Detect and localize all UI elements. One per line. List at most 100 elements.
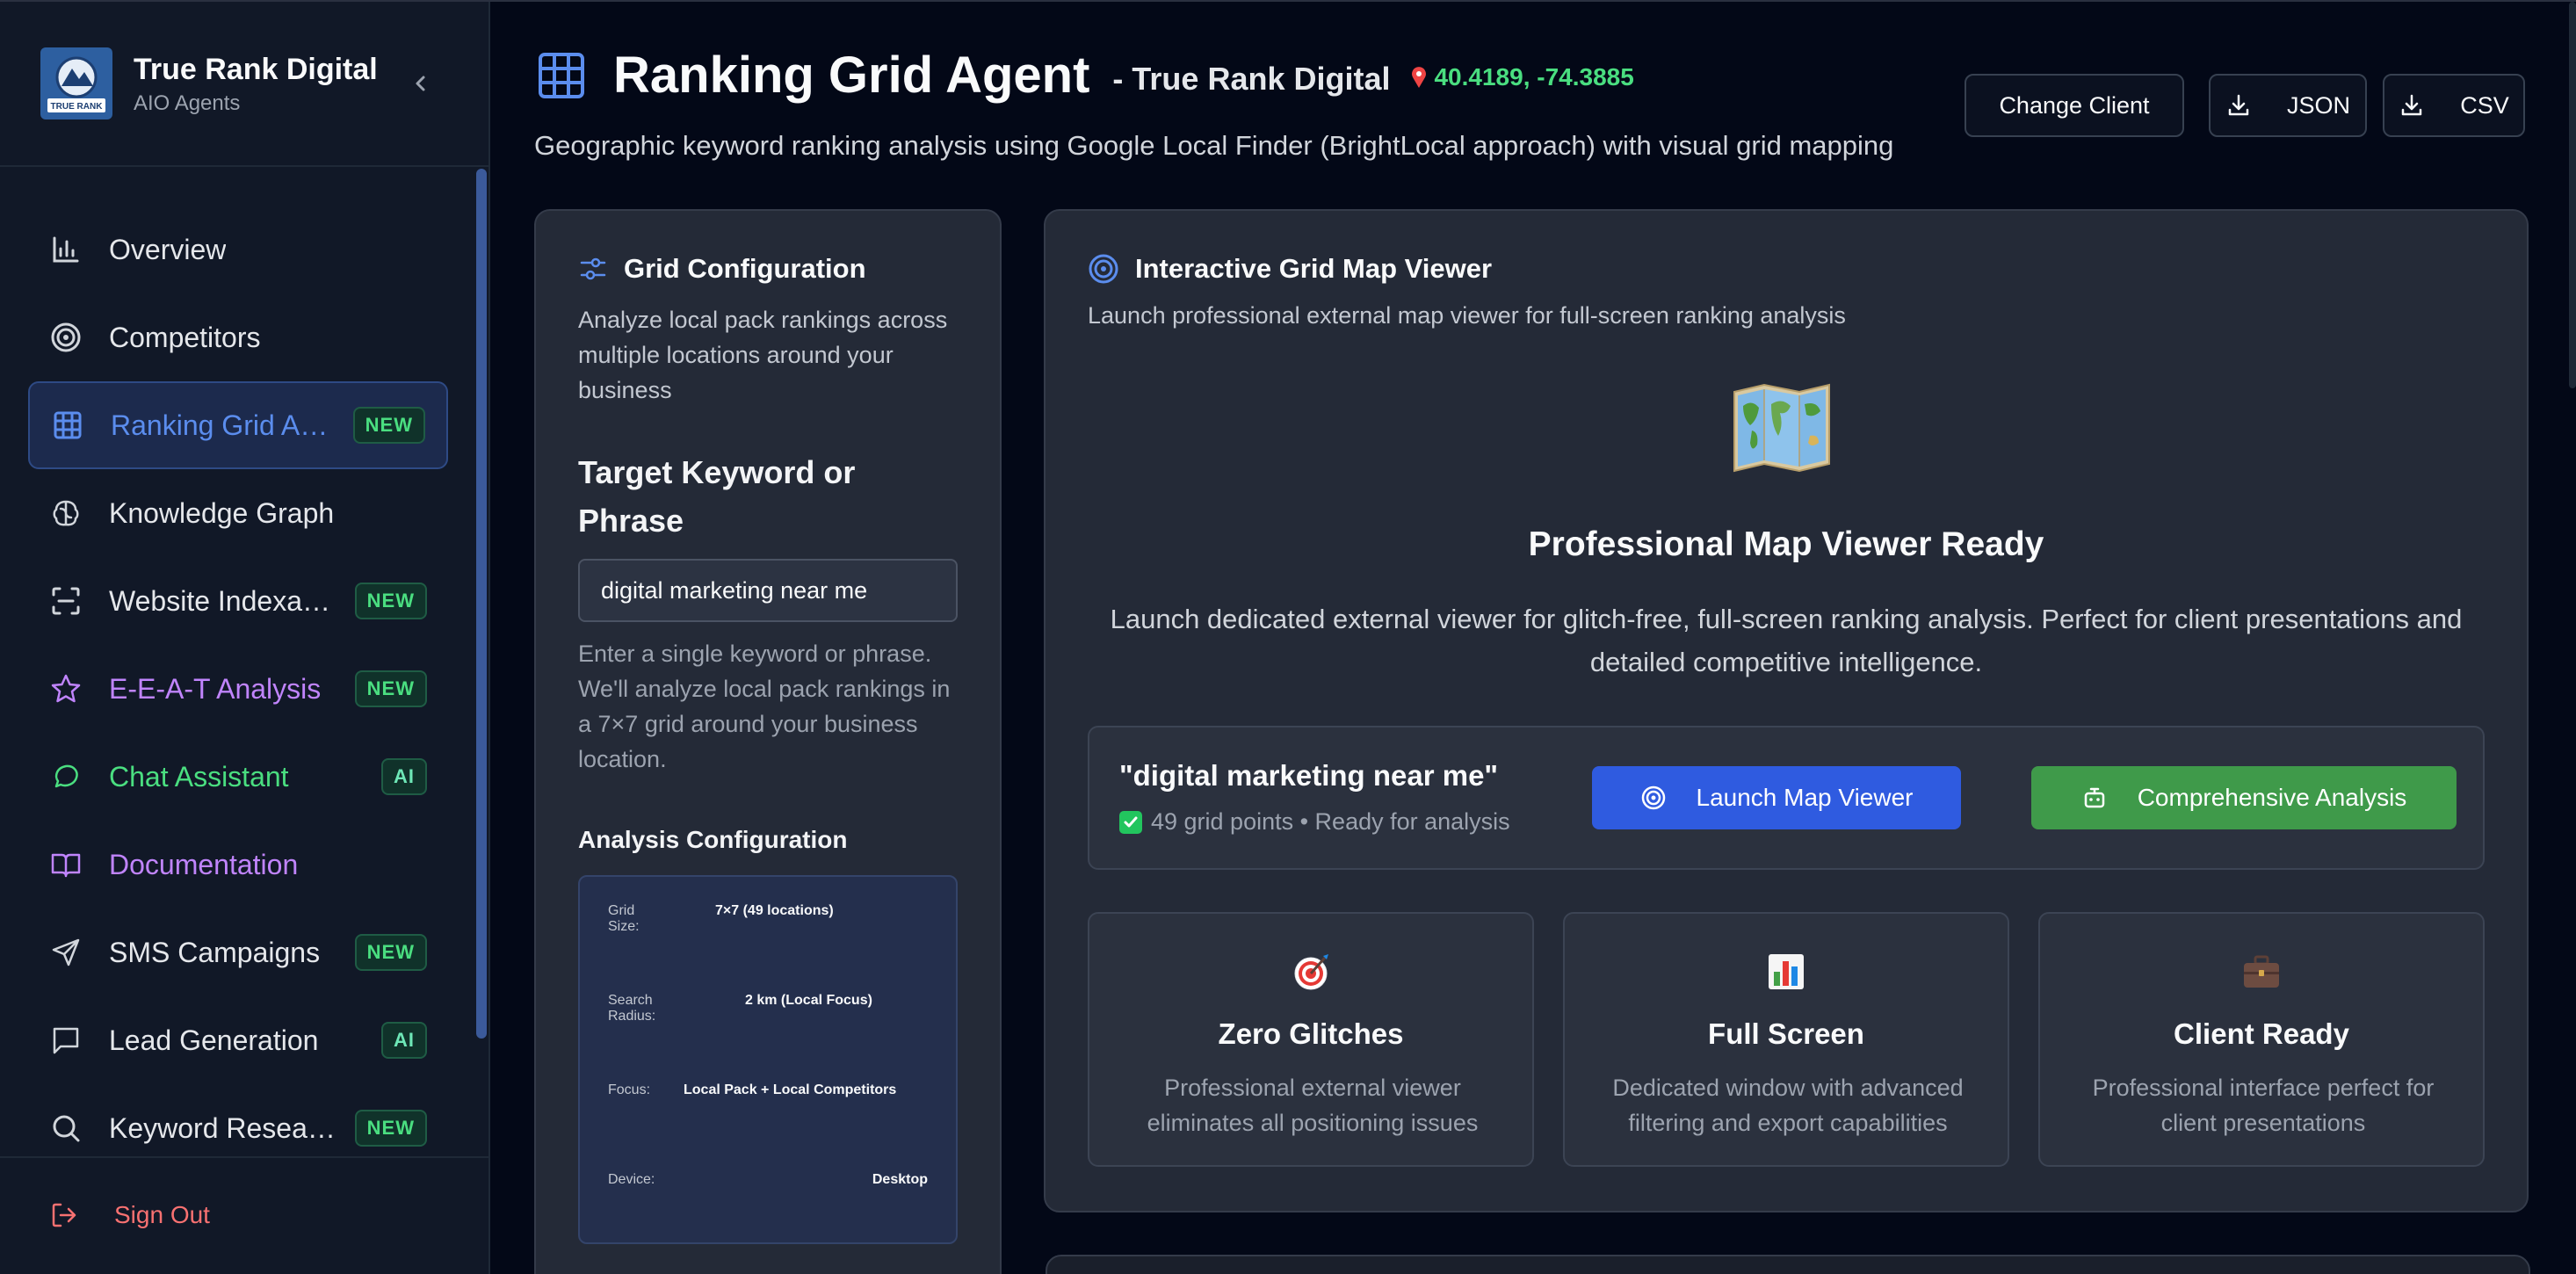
brand[interactable]: TRUE RANK True Rank Digital AIO Agents bbox=[40, 47, 378, 119]
sidebar-footer-divider bbox=[0, 1156, 490, 1158]
sidebar-item-overview[interactable]: Overview bbox=[28, 206, 448, 293]
feature-title: Full Screen bbox=[1708, 1017, 1864, 1050]
sidebar-item-eeat-analysis[interactable]: E-E-A-T Analysis NEW bbox=[28, 645, 448, 733]
json-label: JSON bbox=[2286, 91, 2350, 119]
sidebar-item-label: Competitors bbox=[109, 321, 261, 353]
map-viewer-description: Launch professional external map viewer … bbox=[1088, 302, 1846, 329]
comprehensive-analysis-label: Comprehensive Analysis bbox=[2137, 784, 2407, 811]
map-viewer-heading: Interactive Grid Map Viewer bbox=[1088, 253, 1492, 285]
target-icon bbox=[1089, 254, 1118, 284]
pin-icon bbox=[1412, 66, 1427, 88]
sidebar-item-knowledge-graph[interactable]: Knowledge Graph bbox=[28, 469, 448, 557]
grid-configuration-card: Grid Configuration Analyze local pack ra… bbox=[534, 209, 1002, 1274]
sidebar-item-label: SMS Campaigns bbox=[109, 936, 321, 968]
map-viewer-ready-description: Launch dedicated external viewer for gli… bbox=[1110, 604, 2463, 677]
sidebar: TRUE RANK True Rank Digital AIO Agents O… bbox=[0, 2, 490, 1274]
sidebar-item-keyword-research[interactable]: Keyword Research NEW bbox=[28, 1084, 448, 1172]
ai-badge: AI bbox=[381, 1022, 427, 1059]
sidebar-item-label: Knowledge Graph bbox=[109, 496, 335, 529]
collapse-sidebar-button[interactable] bbox=[408, 70, 434, 97]
selected-keyword: "digital marketing near me" bbox=[1119, 759, 1499, 792]
sidebar-item-label: Chat Assistant bbox=[109, 760, 289, 793]
app-window: TRUE RANK True Rank Digital AIO Agents O… bbox=[0, 0, 2576, 1274]
change-client-button[interactable]: Change Client bbox=[1965, 74, 2184, 137]
sidebar-item-label: Documentation bbox=[109, 848, 299, 880]
sidebar-item-competitors[interactable]: Competitors bbox=[28, 293, 448, 381]
grid-size-value: 7×7 (49 locations) bbox=[715, 903, 834, 918]
page-description: Geographic keyword ranking analysis usin… bbox=[534, 130, 1894, 161]
main-content: Ranking Grid Agent - True Rank Digital 4… bbox=[490, 2, 2576, 1274]
launch-map-viewer-label: Launch Map Viewer bbox=[1696, 784, 1914, 811]
location-coordinates: 40.4189, -74.3885 bbox=[1409, 63, 1634, 91]
download-icon bbox=[2228, 94, 2249, 116]
sidebar-item-label: Website Indexability bbox=[109, 584, 337, 617]
search-radius-value: 2 km (Local Focus) bbox=[745, 993, 872, 1008]
sidebar-item-website-indexability[interactable]: Website Indexability NEW bbox=[28, 557, 448, 645]
bar-chart-emoji-icon bbox=[1769, 954, 1804, 989]
change-client-label: Change Client bbox=[1999, 91, 2150, 119]
feature-description: Professional interface perfect for clien… bbox=[2092, 1075, 2435, 1136]
sidebar-item-label: Keyword Research bbox=[109, 1111, 339, 1144]
next-section-card bbox=[1046, 1255, 2530, 1274]
new-badge: NEW bbox=[354, 1110, 427, 1147]
book-icon bbox=[51, 853, 81, 878]
feature-title: Client Ready bbox=[2174, 1017, 2349, 1050]
page-title: Ranking Grid Agent bbox=[613, 47, 1090, 104]
map-viewer-title: Interactive Grid Map Viewer bbox=[1135, 253, 1493, 284]
sidebar-item-documentation[interactable]: Documentation bbox=[28, 821, 448, 908]
target-keyword-input[interactable] bbox=[578, 559, 958, 622]
search-icon bbox=[53, 1115, 80, 1142]
grid-icon bbox=[54, 411, 82, 439]
comprehensive-analysis-button[interactable]: Comprehensive Analysis bbox=[2031, 766, 2457, 829]
sidebar-item-ranking-grid-agent[interactable]: Ranking Grid Agent NEW bbox=[28, 381, 448, 469]
new-badge: NEW bbox=[354, 583, 427, 619]
sidebar-nav: Overview Competitors Ranking Grid Agent … bbox=[28, 206, 448, 1172]
grid-configuration-description: Analyze local pack rankings across multi… bbox=[578, 307, 948, 403]
export-json-button[interactable]: JSON bbox=[2209, 74, 2367, 137]
sidebar-item-lead-generation[interactable]: Lead Generation AI bbox=[28, 996, 448, 1084]
sidebar-item-label: Lead Generation bbox=[109, 1024, 319, 1056]
grid-size-key: Grid Size: bbox=[608, 903, 640, 934]
grid-configuration-heading: Grid Configuration bbox=[578, 253, 866, 285]
target-keyword-label: Target Keyword or Phrase bbox=[578, 454, 856, 539]
page-client: - True Rank Digital bbox=[1112, 60, 1391, 97]
message-square-icon bbox=[53, 1027, 79, 1054]
log-out-icon bbox=[52, 1203, 76, 1227]
new-badge: NEW bbox=[354, 670, 427, 707]
check-icon bbox=[1119, 810, 1142, 834]
map-viewer-ready-title: Professional Map Viewer Ready bbox=[1528, 525, 2044, 563]
briefcase-icon bbox=[2244, 955, 2279, 988]
analysis-configuration-title: Analysis Configuration bbox=[578, 826, 848, 853]
sidebar-divider bbox=[0, 165, 490, 167]
feature-description: Professional external viewer eliminates … bbox=[1147, 1075, 1479, 1136]
sidebar-item-sms-campaigns[interactable]: SMS Campaigns NEW bbox=[28, 908, 448, 996]
sliders-icon bbox=[580, 257, 606, 280]
sidebar-item-label: Ranking Grid Agent bbox=[111, 409, 341, 441]
brain-icon bbox=[53, 500, 79, 526]
bot-icon bbox=[2084, 787, 2104, 808]
target-keyword-help: Enter a single keyword or phrase. We'll … bbox=[578, 641, 951, 772]
focus-value: Local Pack + Local Competitors bbox=[684, 1082, 897, 1097]
sidebar-item-label: E-E-A-T Analysis bbox=[109, 672, 322, 705]
main-scrollbar[interactable] bbox=[2569, 2, 2576, 388]
feature-title: Zero Glitches bbox=[1218, 1017, 1404, 1050]
logo-text: TRUE RANK bbox=[51, 102, 104, 112]
chat-bubble-icon bbox=[54, 764, 78, 788]
sidebar-item-label: Overview bbox=[109, 233, 227, 265]
analysis-configuration-box: Grid Size: 7×7 (49 locations) Search Rad… bbox=[578, 875, 958, 1244]
feature-client-ready: Client Ready Professional interface perf… bbox=[2038, 912, 2485, 1167]
dart-target-icon bbox=[1294, 954, 1328, 990]
target-icon bbox=[1641, 785, 1665, 810]
csv-label: CSV bbox=[2460, 91, 2509, 119]
export-csv-button[interactable]: CSV bbox=[2383, 74, 2525, 137]
brand-logo: TRUE RANK bbox=[40, 47, 112, 119]
sidebar-scrollbar-thumb[interactable] bbox=[476, 169, 487, 1039]
page-header: Ranking Grid Agent - True Rank Digital 4… bbox=[536, 46, 1634, 105]
sidebar-item-chat-assistant[interactable]: Chat Assistant AI bbox=[28, 733, 448, 821]
grid-configuration-title: Grid Configuration bbox=[624, 253, 866, 284]
launch-map-viewer-button[interactable]: Launch Map Viewer bbox=[1592, 766, 1961, 829]
grid-icon bbox=[539, 52, 584, 98]
world-map-icon bbox=[1733, 383, 1830, 473]
sign-out-button[interactable]: Sign Out bbox=[49, 1200, 210, 1230]
grid-status: 49 grid points • Ready for analysis bbox=[1119, 808, 1510, 836]
